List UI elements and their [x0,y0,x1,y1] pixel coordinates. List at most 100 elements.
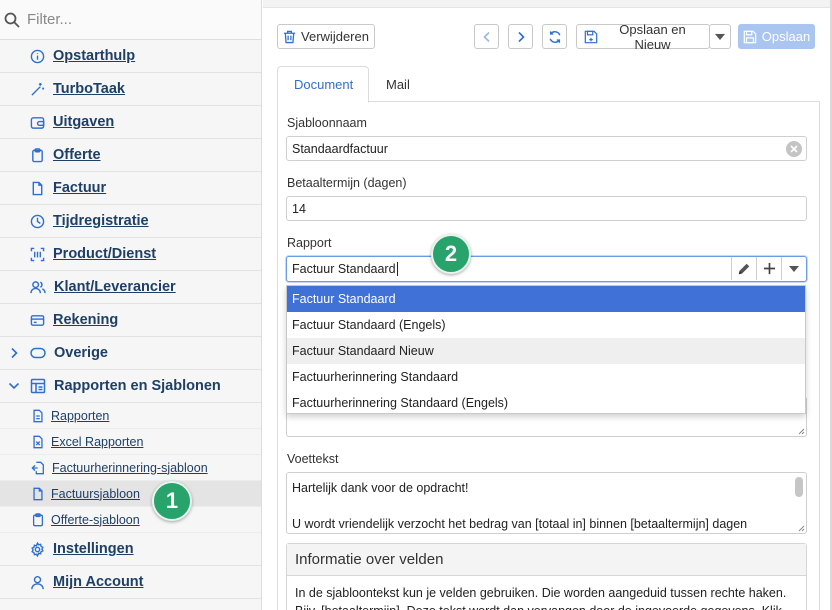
dropdown-option[interactable]: Factuurherinnering Standaard (Engels) [287,390,805,416]
step-badge-1: 1 [152,481,192,521]
sidebar-item-factuur[interactable]: Factuur [0,172,261,205]
sidebar-item-product-dienst[interactable]: Product/Dienst [0,238,261,271]
clipboard-icon [31,512,45,527]
template-name-field[interactable]: Standaardfactuur [286,136,807,161]
wallet-icon [30,115,45,130]
footer-text-label: Voettekst [287,452,339,466]
sidebar-subitem-excel-rapporten[interactable]: Excel Rapporten [0,429,261,455]
sidebar-subitem-offerte-sjabloon[interactable]: Offerte-sjabloon [0,507,261,533]
save-and-new-button[interactable]: Opslaan en Nieuw [576,21,710,52]
template-name-label: Sjabloonnaam [287,116,367,130]
info-icon [30,49,45,64]
sidebar-item-tijdregistratie[interactable]: Tijdregistratie [0,205,261,238]
barcode-icon [30,247,45,262]
dropdown-option[interactable]: Factuur Standaard Nieuw [287,338,805,364]
field-info-panel: Informatie over velden In de sjabloontek… [286,543,807,610]
template-name-value: Standaardfactuur [292,141,388,156]
sidebar-subitem-label: Factuursjabloon [51,486,140,501]
tab-document[interactable]: Document [277,66,369,103]
document-icon [30,181,45,196]
field-info-line: In de sjabloontekst kun je velden gebrui… [295,586,787,600]
delete-button[interactable]: Verwijderen [277,24,375,49]
search-icon [4,12,20,28]
sidebar-item-offerte[interactable]: Offerte [0,139,261,172]
sidebar-subitem-label: Factuurherinnering-sjabloon [52,460,208,475]
sidebar-subitem-label: Rapporten [51,408,110,423]
toolbar: Verwijderen Opslaan en Nieuw Opslaan [277,21,816,52]
sidebar-item-label: Offerte [53,147,101,163]
resize-grip-icon[interactable] [797,427,805,435]
report-label: Rapport [287,236,332,250]
field-info-body: In de sjabloontekst kun je velden gebrui… [287,576,806,610]
sidebar-item-label: Klant/Leverancier [54,279,176,295]
chevron-left-icon [482,31,491,43]
sidebar-item-mijn-account[interactable]: Mijn Account [0,566,261,599]
sidebar-subitem-rapporten[interactable]: Rapporten [0,403,261,429]
excel-icon [31,435,45,449]
next-button[interactable] [508,24,533,49]
payment-term-value: 14 [292,201,306,216]
sidebar-item-rapporten-en-sjablonen[interactable]: Rapporten en Sjablonen [0,370,261,403]
refresh-button[interactable] [542,24,567,49]
sidebar-item-turbotaak[interactable]: TurboTaak [0,73,261,106]
sidebar-item-rekening[interactable]: Rekening [0,304,261,337]
clock-icon [30,214,45,229]
reminder-icon [31,461,46,475]
chevron-right-icon [517,31,525,43]
report-value: Factuur Standaard [292,262,396,276]
sidebar-subitem-factuurherinnering-sjabloon[interactable]: Factuurherinnering-sjabloon [0,455,261,481]
trash-icon [283,30,296,44]
save-and-new-label: Opslaan en Nieuw [619,21,686,52]
footer-textarea[interactable]: Hartelijk dank voor de opdracht! U wordt… [286,472,807,534]
footer-line: U wordt vriendelijk verzocht het bedrag … [292,517,748,531]
tab-mail[interactable]: Mail [370,66,426,103]
sidebar: Opstarthulp TurboTaak Uitgaven Offerte F… [0,0,262,610]
clear-icon[interactable] [786,141,802,157]
sidebar-item-uitgaven[interactable]: Uitgaven [0,106,261,139]
main-panel: Verwijderen Opslaan en Nieuw Opslaan Doc… [263,0,832,610]
credit-card-icon [30,313,45,328]
sidebar-item-label: Mijn Account [53,574,144,590]
tag-icon [30,347,46,359]
sidebar-subitem-factuursjabloon[interactable]: Factuursjabloon [0,481,261,507]
sidebar-item-label: Overige [54,345,108,361]
caret-down-icon[interactable] [781,257,806,280]
sidebar-item-opstarthulp[interactable]: Opstarthulp [0,40,261,73]
user-icon [30,575,45,590]
resize-grip-icon[interactable] [797,524,805,532]
sidebar-item-klant-leverancier[interactable]: Klant/Leverancier [0,271,261,304]
sidebar-item-label: Uitgaven [53,114,115,130]
chevron-right-icon [6,347,22,359]
dropdown-option[interactable]: Factuurherinnering Standaard [287,364,805,390]
sidebar-item-label: Instellingen [53,541,134,557]
footer-line: Hartelijk dank voor de opdracht! [292,481,469,495]
dropdown-option[interactable]: Factuur Standaard (Engels) [287,312,805,338]
sidebar-item-label: Factuur [53,180,107,196]
save-options-dropdown[interactable] [709,24,731,49]
report-combobox[interactable]: Factuur Standaard [286,256,807,282]
refresh-icon [548,30,562,44]
clipboard-icon [30,147,45,163]
pencil-icon[interactable] [731,257,756,280]
filter-input[interactable] [27,11,227,28]
previous-button[interactable] [474,24,499,49]
save-label: Opslaan [761,29,811,44]
sidebar-item-overige[interactable]: Overige [0,337,261,370]
caret-down-icon [715,33,725,40]
chevron-down-icon [6,381,22,391]
report-combo-actions [731,257,806,280]
sidebar-item-label: Rekening [53,312,119,328]
field-info-line: Bijv. [betaaltermijn]. Deze tekst wordt … [295,602,798,610]
scrollbar-thumb[interactable] [795,477,803,497]
dropdown-option[interactable]: Factuur Standaard [287,286,805,312]
document-icon [31,487,45,501]
plus-icon[interactable] [756,257,781,280]
field-info-title: Informatie over velden [287,544,806,576]
sidebar-item-label: TurboTaak [53,81,125,97]
payment-term-field[interactable]: 14 [286,196,807,221]
sidebar-item-label: Tijdregistratie [53,213,149,229]
save-button[interactable]: Opslaan [738,24,815,49]
filter-bar [0,0,261,40]
sidebar-item-instellingen[interactable]: Instellingen [0,533,261,566]
delete-button-label: Verwijderen [301,29,369,44]
